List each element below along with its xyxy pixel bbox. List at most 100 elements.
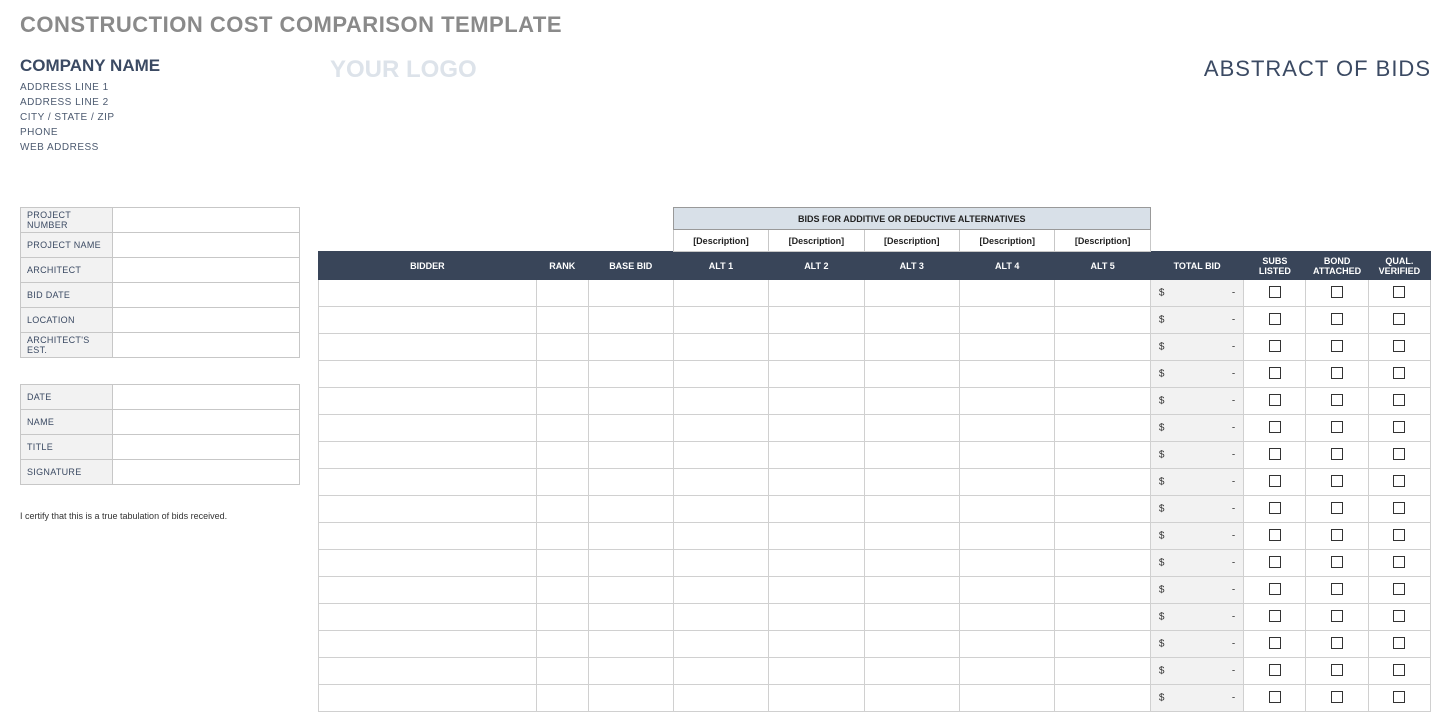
alt-cell[interactable]: [960, 361, 1055, 388]
alt-cell[interactable]: [1055, 631, 1150, 658]
alt-cell[interactable]: [1055, 685, 1150, 712]
alt-cell[interactable]: [769, 631, 864, 658]
bond-attached-checkbox[interactable]: [1331, 691, 1343, 703]
alt-cell[interactable]: [864, 442, 959, 469]
alt-cell[interactable]: [960, 496, 1055, 523]
alt-cell[interactable]: [1055, 496, 1150, 523]
alt-cell[interactable]: [769, 550, 864, 577]
alt-cell[interactable]: [960, 469, 1055, 496]
qual-verified-checkbox[interactable]: [1393, 394, 1405, 406]
bond-attached-checkbox[interactable]: [1331, 448, 1343, 460]
rank-cell[interactable]: [536, 523, 588, 550]
base-bid-cell[interactable]: [588, 496, 673, 523]
bond-attached-checkbox[interactable]: [1331, 313, 1343, 325]
base-bid-cell[interactable]: [588, 523, 673, 550]
base-bid-cell[interactable]: [588, 280, 673, 307]
alt-cell[interactable]: [1055, 307, 1150, 334]
alt-cell[interactable]: [673, 415, 768, 442]
alt-cell[interactable]: [1055, 523, 1150, 550]
rank-cell[interactable]: [536, 442, 588, 469]
qual-verified-checkbox[interactable]: [1393, 367, 1405, 379]
subs-listed-checkbox[interactable]: [1269, 610, 1281, 622]
alt-cell[interactable]: [673, 577, 768, 604]
bond-attached-checkbox[interactable]: [1331, 529, 1343, 541]
bond-attached-checkbox[interactable]: [1331, 502, 1343, 514]
subs-listed-checkbox[interactable]: [1269, 556, 1281, 568]
alt-cell[interactable]: [864, 361, 959, 388]
alt-cell[interactable]: [769, 334, 864, 361]
alt-cell[interactable]: [673, 523, 768, 550]
alt-cell[interactable]: [1055, 658, 1150, 685]
subs-listed-checkbox[interactable]: [1269, 340, 1281, 352]
alt-cell[interactable]: [769, 496, 864, 523]
bidder-cell[interactable]: [319, 280, 537, 307]
bidder-cell[interactable]: [319, 577, 537, 604]
bond-attached-checkbox[interactable]: [1331, 556, 1343, 568]
alt-cell[interactable]: [960, 415, 1055, 442]
rank-cell[interactable]: [536, 388, 588, 415]
project-field-value[interactable]: [113, 208, 300, 233]
rank-cell[interactable]: [536, 658, 588, 685]
subs-listed-checkbox[interactable]: [1269, 313, 1281, 325]
alt-cell[interactable]: [864, 685, 959, 712]
alt-cell[interactable]: [960, 442, 1055, 469]
bond-attached-checkbox[interactable]: [1331, 610, 1343, 622]
alt-cell[interactable]: [769, 577, 864, 604]
alt-cell[interactable]: [673, 658, 768, 685]
bidder-cell[interactable]: [319, 361, 537, 388]
bidder-cell[interactable]: [319, 550, 537, 577]
qual-verified-checkbox[interactable]: [1393, 583, 1405, 595]
bidder-cell[interactable]: [319, 604, 537, 631]
alt-cell[interactable]: [769, 442, 864, 469]
alt-cell[interactable]: [864, 496, 959, 523]
base-bid-cell[interactable]: [588, 388, 673, 415]
project-field-value[interactable]: [113, 233, 300, 258]
alt-cell[interactable]: [960, 334, 1055, 361]
bond-attached-checkbox[interactable]: [1331, 286, 1343, 298]
alt-cell[interactable]: [769, 388, 864, 415]
bidder-cell[interactable]: [319, 496, 537, 523]
alt-cell[interactable]: [960, 307, 1055, 334]
qual-verified-checkbox[interactable]: [1393, 556, 1405, 568]
qual-verified-checkbox[interactable]: [1393, 691, 1405, 703]
subs-listed-checkbox[interactable]: [1269, 394, 1281, 406]
alt-cell[interactable]: [769, 685, 864, 712]
alt-cell[interactable]: [864, 469, 959, 496]
bidder-cell[interactable]: [319, 334, 537, 361]
qual-verified-checkbox[interactable]: [1393, 286, 1405, 298]
rank-cell[interactable]: [536, 307, 588, 334]
alt-cell[interactable]: [673, 334, 768, 361]
alt-cell[interactable]: [864, 388, 959, 415]
bond-attached-checkbox[interactable]: [1331, 394, 1343, 406]
alt-cell[interactable]: [960, 550, 1055, 577]
alt-cell[interactable]: [673, 388, 768, 415]
subs-listed-checkbox[interactable]: [1269, 529, 1281, 541]
qual-verified-checkbox[interactable]: [1393, 637, 1405, 649]
base-bid-cell[interactable]: [588, 658, 673, 685]
bidder-cell[interactable]: [319, 442, 537, 469]
qual-verified-checkbox[interactable]: [1393, 610, 1405, 622]
subs-listed-checkbox[interactable]: [1269, 583, 1281, 595]
alt-cell[interactable]: [1055, 334, 1150, 361]
subs-listed-checkbox[interactable]: [1269, 286, 1281, 298]
alt-cell[interactable]: [769, 604, 864, 631]
bidder-cell[interactable]: [319, 415, 537, 442]
alt-cell[interactable]: [864, 577, 959, 604]
alt-cell[interactable]: [864, 280, 959, 307]
qual-verified-checkbox[interactable]: [1393, 664, 1405, 676]
alt-cell[interactable]: [769, 658, 864, 685]
base-bid-cell[interactable]: [588, 442, 673, 469]
base-bid-cell[interactable]: [588, 361, 673, 388]
alt-cell[interactable]: [864, 631, 959, 658]
qual-verified-checkbox[interactable]: [1393, 529, 1405, 541]
alt-cell[interactable]: [960, 604, 1055, 631]
subs-listed-checkbox[interactable]: [1269, 664, 1281, 676]
subs-listed-checkbox[interactable]: [1269, 475, 1281, 487]
rank-cell[interactable]: [536, 280, 588, 307]
base-bid-cell[interactable]: [588, 631, 673, 658]
qual-verified-checkbox[interactable]: [1393, 448, 1405, 460]
alt-cell[interactable]: [673, 469, 768, 496]
alt-cell[interactable]: [864, 415, 959, 442]
alt-cell[interactable]: [769, 415, 864, 442]
rank-cell[interactable]: [536, 604, 588, 631]
